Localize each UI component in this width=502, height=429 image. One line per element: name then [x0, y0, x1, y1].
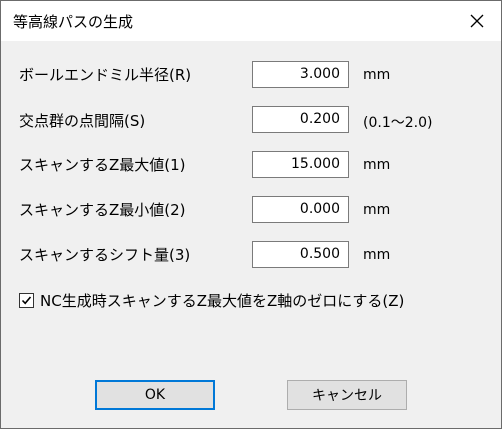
scan-shift-input[interactable]: 0.500 — [252, 241, 349, 268]
cancel-button[interactable]: キャンセル — [287, 380, 407, 410]
title-bar: 等高線パスの生成 — [1, 1, 501, 41]
point-spacing-range: (0.1～2.0) — [363, 115, 433, 131]
scan-z-max-unit: mm — [363, 157, 391, 173]
scan-z-max-label: スキャンするZ最大値(1) — [19, 156, 186, 174]
ball-endmill-radius-unit: mm — [363, 67, 391, 83]
zero-z-option[interactable]: NC生成時スキャンするZ最大値をZ軸のゼロにする(Z) — [19, 290, 404, 311]
scan-shift-label: スキャンするシフト量(3) — [19, 246, 191, 264]
point-spacing-input[interactable]: 0.200 — [252, 106, 349, 133]
dialog-window: 等高線パスの生成 ボールエンドミル半径(R) 3.000 mm 交点群の点間隔(… — [0, 0, 502, 429]
scan-z-min-input[interactable]: 0.000 — [252, 196, 349, 223]
scan-z-min-label: スキャンするZ最小値(2) — [19, 201, 186, 219]
scan-z-max-input[interactable]: 15.000 — [252, 151, 349, 178]
scan-shift-unit: mm — [363, 247, 391, 263]
zero-z-checkbox-label: NC生成時スキャンするZ最大値をZ軸のゼロにする(Z) — [40, 292, 405, 310]
ball-endmill-radius-input[interactable]: 3.000 — [252, 61, 349, 88]
point-spacing-label: 交点群の点間隔(S) — [19, 112, 146, 130]
close-icon — [470, 14, 484, 28]
window-title: 等高線パスの生成 — [13, 13, 134, 31]
ok-button[interactable]: OK — [95, 380, 215, 410]
scan-z-min-unit: mm — [363, 202, 391, 218]
check-icon — [21, 296, 32, 305]
close-button[interactable] — [457, 5, 497, 37]
zero-z-checkbox[interactable] — [19, 293, 34, 308]
ball-endmill-radius-label: ボールエンドミル半径(R) — [19, 66, 192, 84]
